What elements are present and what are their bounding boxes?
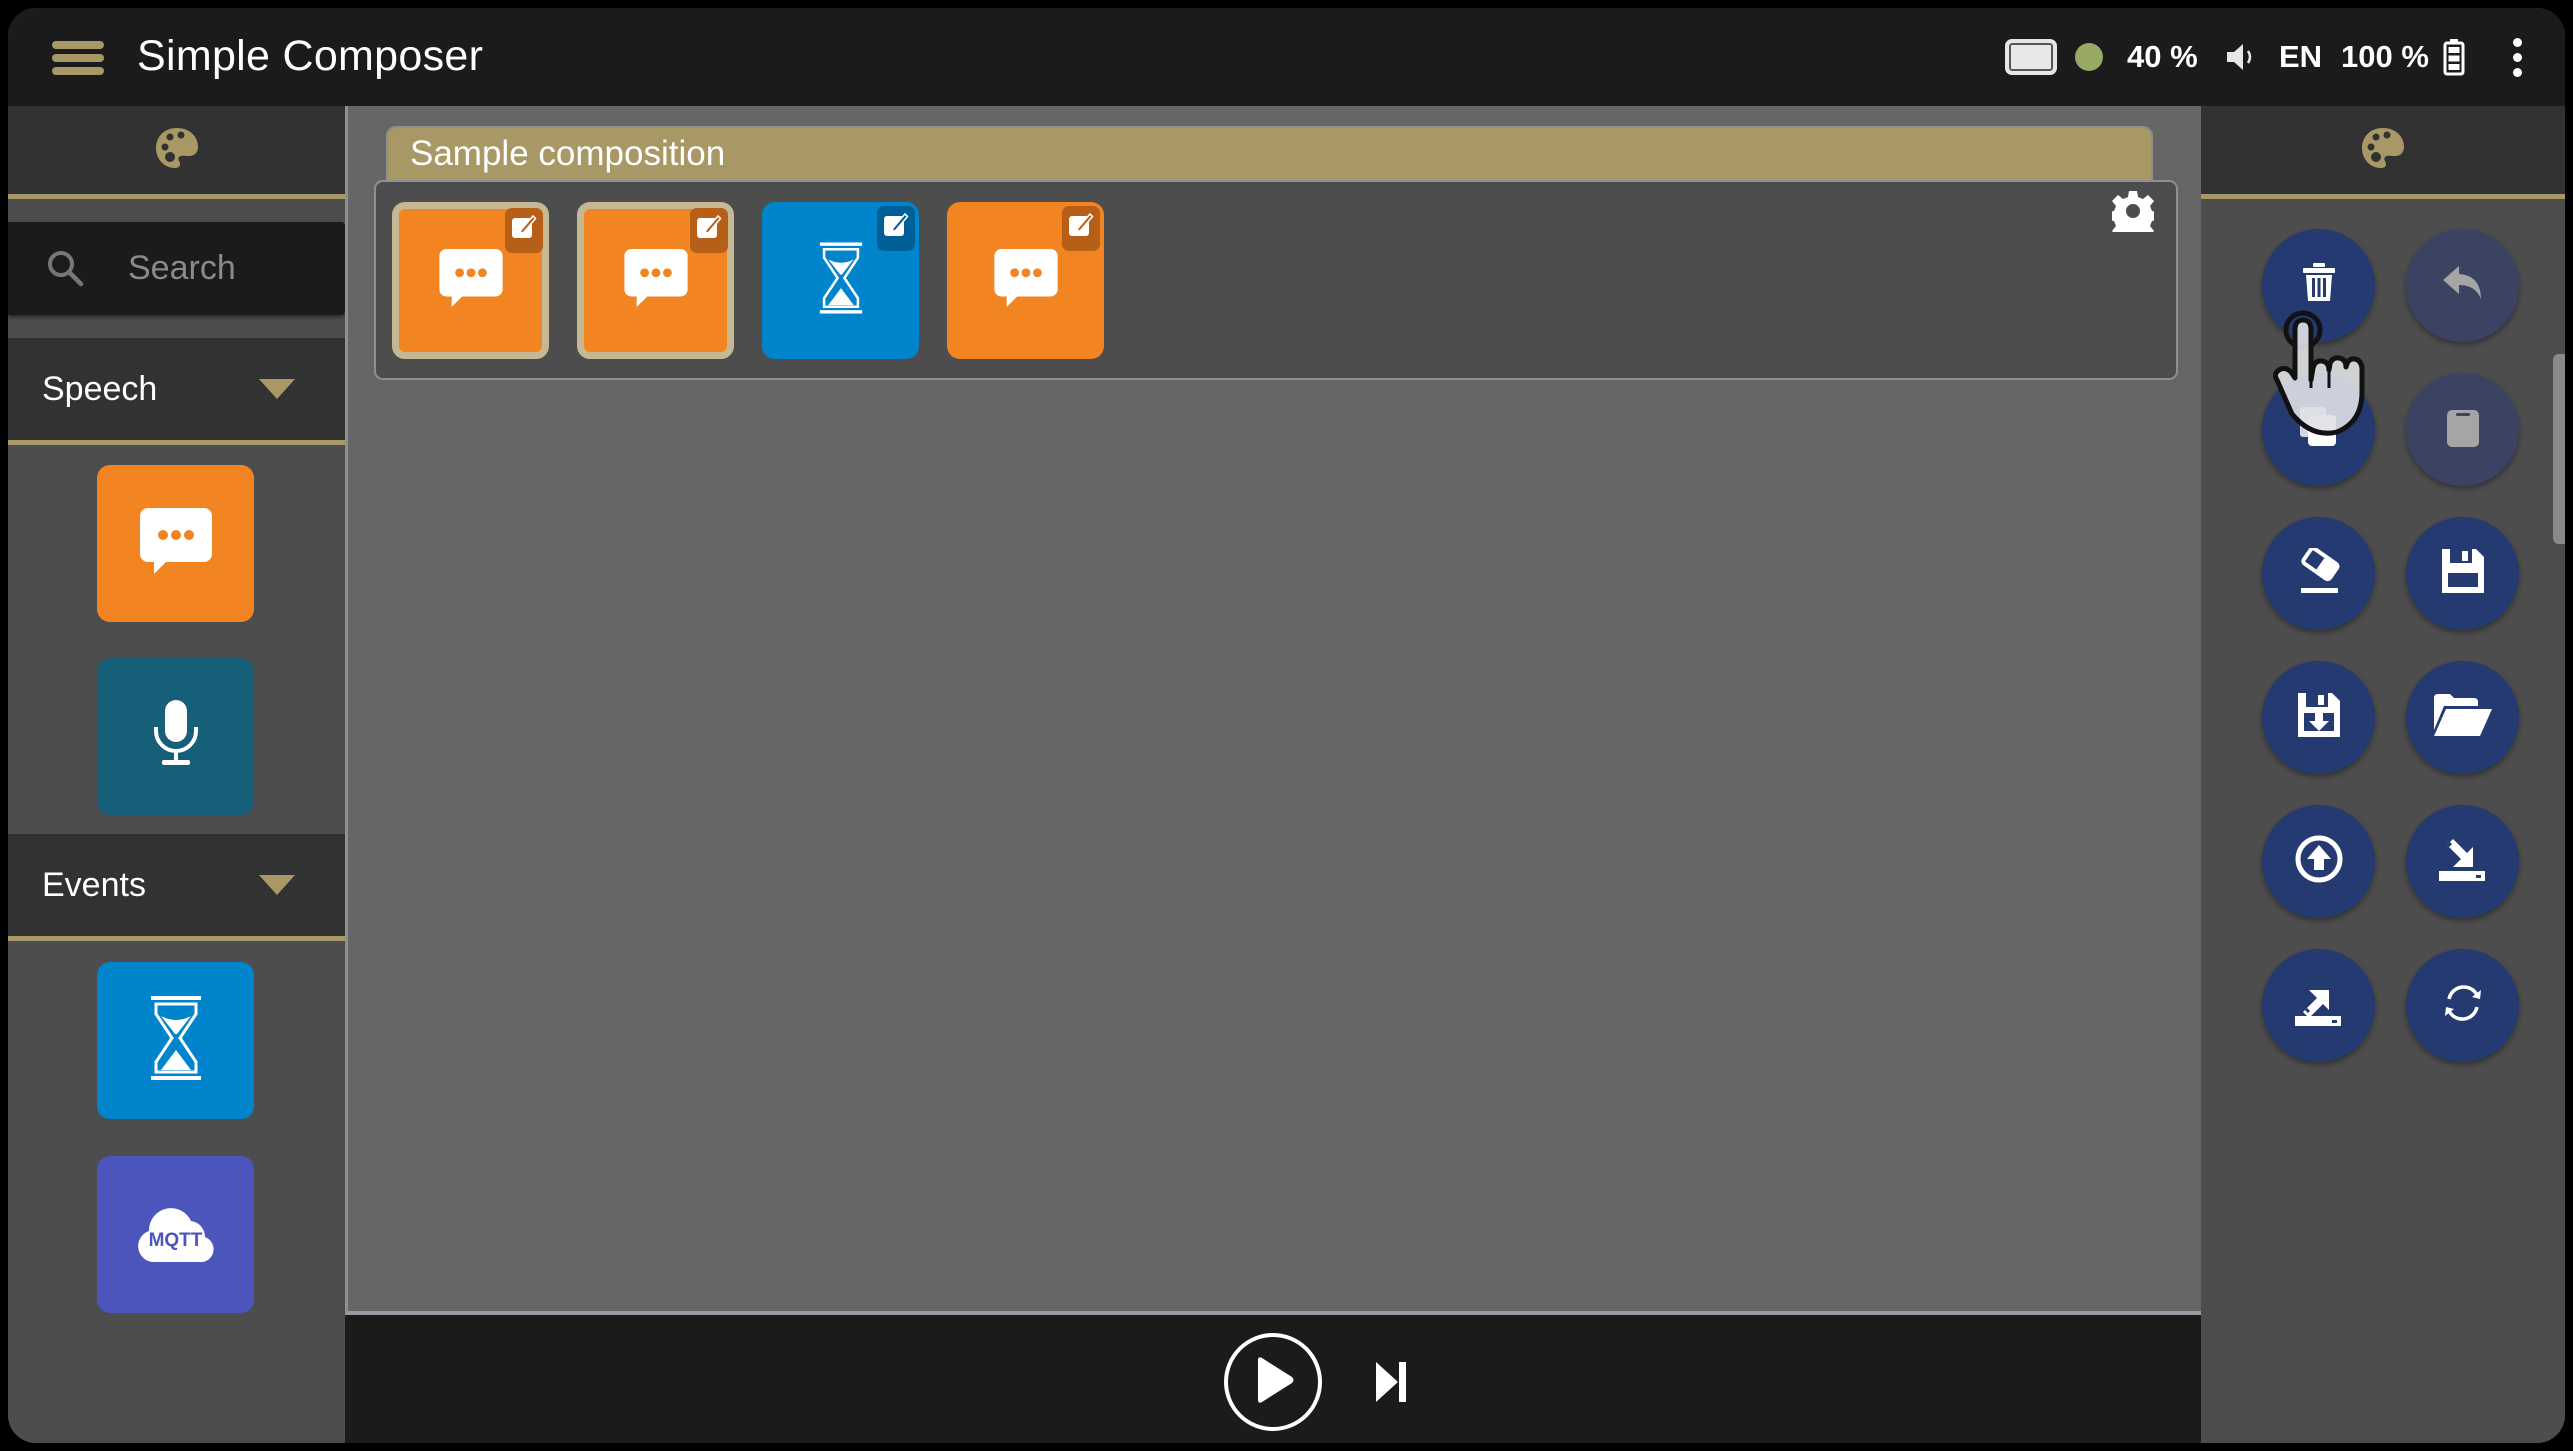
speech-bubble-icon bbox=[993, 249, 1058, 312]
edit-icon[interactable] bbox=[505, 208, 543, 253]
sync-button[interactable] bbox=[2406, 949, 2519, 1062]
actions-panel bbox=[2201, 106, 2565, 1443]
save-as-button[interactable] bbox=[2262, 661, 2375, 774]
hamburger-menu-icon[interactable] bbox=[52, 41, 104, 75]
composition-block-list[interactable] bbox=[374, 180, 2178, 380]
undo-icon bbox=[2442, 266, 2483, 305]
import-button[interactable] bbox=[2406, 805, 2519, 918]
speech-bubble-icon bbox=[438, 249, 503, 312]
speech-bubble-icon bbox=[139, 508, 212, 579]
export-button[interactable] bbox=[2262, 949, 2375, 1062]
battery-full-icon bbox=[2443, 8, 2465, 106]
category-label: Events bbox=[42, 866, 146, 904]
mqtt-cloud-icon: MQTT bbox=[134, 1206, 218, 1264]
gear-icon[interactable] bbox=[2108, 190, 2158, 241]
chevron-down-icon bbox=[259, 875, 295, 895]
composition-title-bar[interactable]: Sample composition bbox=[386, 126, 2153, 182]
composition-block-say[interactable] bbox=[392, 202, 549, 359]
palette-block-mqtt[interactable]: MQTT bbox=[97, 1156, 254, 1313]
palette-block-say[interactable] bbox=[97, 465, 254, 622]
floppy-icon bbox=[2441, 549, 2484, 598]
undo-button[interactable] bbox=[2406, 229, 2519, 342]
status-area: 40 % EN 100 % bbox=[2005, 8, 2565, 106]
copy-button[interactable] bbox=[2262, 373, 2375, 486]
language-indicator[interactable]: EN bbox=[2279, 8, 2322, 106]
edit-icon[interactable] bbox=[690, 208, 728, 253]
play-icon bbox=[1252, 1356, 1294, 1409]
volume-level: 40 % bbox=[2127, 39, 2198, 74]
microphone-icon bbox=[152, 700, 200, 773]
play-button[interactable] bbox=[1224, 1333, 1322, 1431]
save-button[interactable] bbox=[2406, 517, 2519, 630]
composition-block-say[interactable] bbox=[947, 202, 1104, 359]
skip-next-icon bbox=[1376, 1362, 1408, 1406]
upload-button[interactable] bbox=[2262, 805, 2375, 918]
paste-button[interactable] bbox=[2406, 373, 2519, 486]
speaker-icon[interactable] bbox=[2225, 8, 2255, 106]
category-label: Speech bbox=[42, 370, 158, 408]
import-tray-icon bbox=[2438, 836, 2487, 886]
sync-icon bbox=[2441, 983, 2485, 1028]
mqtt-label: MQTT bbox=[148, 1229, 203, 1251]
delete-button[interactable] bbox=[2262, 229, 2375, 342]
block-palette-sidebar: Speech Events MQTT bbox=[8, 106, 345, 1443]
hourglass-icon bbox=[819, 242, 863, 319]
connection-status-icon bbox=[2075, 8, 2103, 106]
search-box bbox=[8, 222, 345, 315]
app-title: Simple Composer bbox=[137, 32, 484, 80]
palette-icon[interactable] bbox=[2360, 126, 2406, 175]
folder-open-icon bbox=[2433, 694, 2492, 741]
playback-bar bbox=[345, 1315, 2201, 1443]
palette-block-wait[interactable] bbox=[97, 962, 254, 1119]
composition-title: Sample composition bbox=[410, 134, 726, 173]
palette-icon[interactable] bbox=[154, 126, 200, 175]
chevron-down-icon bbox=[259, 379, 295, 399]
top-bar: Simple Composer 40 % EN 100 % bbox=[8, 8, 2565, 106]
category-header-events[interactable]: Events bbox=[8, 834, 345, 941]
eraser-icon bbox=[2298, 546, 2340, 599]
composition-canvas[interactable]: Sample composition bbox=[345, 106, 2201, 1315]
app-window: Simple Composer 40 % EN 100 % Search Spe… bbox=[8, 8, 2565, 1443]
trash-icon bbox=[2302, 263, 2336, 308]
export-tray-icon bbox=[2294, 980, 2343, 1031]
edit-icon[interactable] bbox=[877, 206, 915, 251]
battery-level: 100 % bbox=[2341, 39, 2429, 74]
copy-icon bbox=[2299, 407, 2338, 452]
upload-circle-icon bbox=[2295, 835, 2343, 888]
clear-button[interactable] bbox=[2262, 517, 2375, 630]
actions-scrollbar[interactable] bbox=[2553, 354, 2565, 544]
search-input[interactable] bbox=[128, 222, 328, 315]
speech-bubble-icon bbox=[623, 249, 688, 312]
screen-icon[interactable] bbox=[2005, 8, 2057, 106]
search-icon bbox=[46, 249, 86, 294]
edit-icon[interactable] bbox=[1062, 206, 1100, 251]
floppy-download-icon bbox=[2297, 693, 2340, 742]
palette-block-listen[interactable] bbox=[97, 658, 254, 815]
palette-header bbox=[8, 106, 345, 199]
step-forward-button[interactable] bbox=[1376, 1362, 1408, 1407]
open-button[interactable] bbox=[2406, 661, 2519, 774]
hourglass-icon bbox=[150, 996, 202, 1085]
category-header-speech[interactable]: Speech bbox=[8, 338, 345, 445]
clipboard-icon bbox=[2446, 407, 2479, 452]
composition-block-say[interactable] bbox=[577, 202, 734, 359]
palette-header bbox=[2201, 106, 2565, 199]
kebab-menu-icon[interactable] bbox=[2513, 8, 2522, 106]
composition-block-wait[interactable] bbox=[762, 202, 919, 359]
